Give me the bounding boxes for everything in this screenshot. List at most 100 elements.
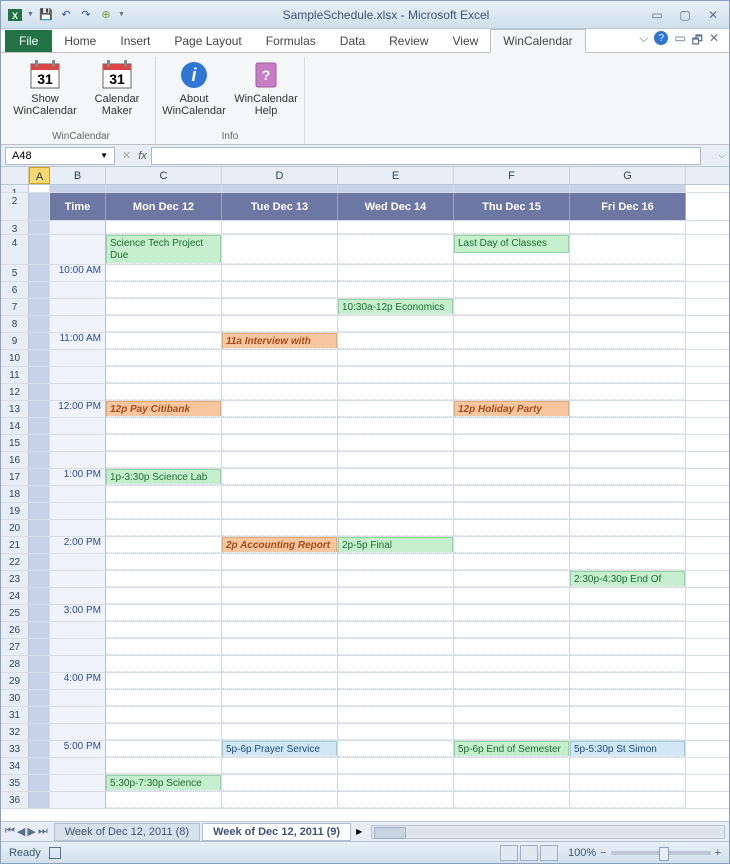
event-wed-1030[interactable]: 10:30a-12p Economics 101 Final (Cueter H…: [338, 299, 453, 315]
view-page-break-button[interactable]: [540, 845, 558, 861]
event-mon-allday[interactable]: Science Tech Project Due: [106, 235, 221, 264]
event-thu-12p[interactable]: 12p Holiday Party Meeting (Jennifer's): [454, 401, 569, 417]
row-header[interactable]: 33: [1, 741, 29, 757]
calendar-maker-button[interactable]: 31 Calendar Maker: [87, 57, 147, 129]
row-header[interactable]: 3: [1, 221, 29, 234]
view-page-layout-button[interactable]: [520, 845, 538, 861]
help-icon[interactable]: ?: [654, 31, 668, 45]
tab-home[interactable]: Home: [52, 30, 108, 52]
event-tue-11a[interactable]: 11a Interview with Discovery: [222, 333, 337, 349]
row-header[interactable]: 9: [1, 333, 29, 349]
col-header-e[interactable]: E: [338, 167, 454, 184]
tab-last-icon[interactable]: ⏭: [38, 825, 48, 838]
macro-record-icon[interactable]: [49, 847, 61, 859]
event-mon-530p[interactable]: 5:30p-7:30p Science Foundation Dinner: [106, 775, 221, 791]
zoom-level[interactable]: 100%: [568, 847, 596, 859]
event-tue-5p[interactable]: 5p-6p Prayer Service (First Methodist): [222, 741, 337, 757]
row-header[interactable]: 4: [1, 235, 29, 264]
row-header[interactable]: 23: [1, 571, 29, 587]
row-header[interactable]: 14: [1, 418, 29, 434]
row-header[interactable]: 18: [1, 486, 29, 502]
row-header[interactable]: 20: [1, 520, 29, 536]
row-header[interactable]: 32: [1, 724, 29, 740]
grid-body[interactable]: 1 2 Time Mon Dec 12 Tue Dec 13 Wed Dec 1…: [1, 185, 729, 821]
qat-dropdown-icon[interactable]: ▼: [27, 11, 34, 18]
file-tab[interactable]: File: [5, 30, 52, 52]
doc-minimize-icon[interactable]: ▭: [674, 31, 685, 52]
event-mon-1p[interactable]: 1p-3:30p Science Lab 205 (Room 8P): [106, 469, 221, 485]
redo-icon[interactable]: ↷: [78, 7, 94, 23]
tab-data[interactable]: Data: [328, 30, 377, 52]
row-header[interactable]: 36: [1, 792, 29, 808]
fx-cancel-icon[interactable]: ✕: [122, 149, 131, 162]
row-header[interactable]: 11: [1, 367, 29, 383]
name-box[interactable]: A48 ▼: [5, 147, 115, 165]
row-header[interactable]: 17: [1, 469, 29, 485]
row-header[interactable]: 21: [1, 537, 29, 553]
row-header[interactable]: 13: [1, 401, 29, 417]
view-normal-button[interactable]: [500, 845, 518, 861]
name-box-dropdown-icon[interactable]: ▼: [100, 151, 108, 160]
event-fri-5p[interactable]: 5p-5:30p St Simon Memorial Dinner: [570, 741, 685, 757]
event-fri-230p[interactable]: 2:30p-4:30p End Of Semester get together…: [570, 571, 685, 587]
col-header-a[interactable]: A: [29, 167, 50, 184]
tab-first-icon[interactable]: ⏮: [5, 825, 15, 838]
row-header[interactable]: 8: [1, 316, 29, 332]
event-wed-2p[interactable]: 2p-5p Final Presentation (Kennedy Center…: [338, 537, 453, 553]
row-header[interactable]: 5: [1, 265, 29, 281]
fx-icon[interactable]: fx: [138, 150, 147, 162]
row-header[interactable]: 30: [1, 690, 29, 706]
tab-prev-icon[interactable]: ◀: [17, 825, 25, 838]
tab-review[interactable]: Review: [377, 30, 440, 52]
minimize-button[interactable]: ▭: [647, 7, 667, 23]
zoom-in-icon[interactable]: +: [715, 847, 721, 859]
zoom-out-icon[interactable]: −: [600, 847, 606, 859]
row-header[interactable]: 16: [1, 452, 29, 468]
row-header[interactable]: 26: [1, 622, 29, 638]
row-header[interactable]: 28: [1, 656, 29, 672]
undo-icon[interactable]: ↶: [58, 7, 74, 23]
event-thu-5p[interactable]: 5p-6p End of Semester Celebration (McGee…: [454, 741, 569, 757]
doc-restore-icon[interactable]: 🗗: [692, 31, 703, 52]
tab-view[interactable]: View: [441, 30, 491, 52]
about-wincalendar-button[interactable]: i About WinCalendar: [164, 57, 224, 129]
doc-close-icon[interactable]: ✕: [709, 31, 719, 52]
select-all-corner[interactable]: [1, 167, 29, 184]
zoom-slider[interactable]: [611, 851, 711, 855]
row-header[interactable]: 22: [1, 554, 29, 570]
qat-more-icon[interactable]: ▼: [118, 11, 125, 18]
row-header[interactable]: 31: [1, 707, 29, 723]
event-thu-allday[interactable]: Last Day of Classes: [454, 235, 569, 253]
col-header-f[interactable]: F: [454, 167, 570, 184]
row-header[interactable]: 27: [1, 639, 29, 655]
row-header[interactable]: 6: [1, 282, 29, 298]
close-button[interactable]: ✕: [703, 7, 723, 23]
maximize-button[interactable]: ▢: [675, 7, 695, 23]
row-header[interactable]: 35: [1, 775, 29, 791]
row-header[interactable]: 10: [1, 350, 29, 366]
row-header[interactable]: 19: [1, 503, 29, 519]
horizontal-scrollbar[interactable]: [371, 825, 725, 839]
event-tue-2p[interactable]: 2p Accounting Report Due (Main Office - …: [222, 537, 337, 553]
show-wincalendar-button[interactable]: 31 Show WinCalendar: [15, 57, 75, 129]
row-header[interactable]: 25: [1, 605, 29, 621]
qat-customize-icon[interactable]: ⊕: [98, 7, 114, 23]
row-header[interactable]: 2: [1, 193, 29, 220]
tab-insert[interactable]: Insert: [108, 30, 162, 52]
tab-scroll-right-icon[interactable]: ▶: [356, 827, 362, 836]
save-icon[interactable]: 💾: [38, 7, 54, 23]
tab-formulas[interactable]: Formulas: [254, 30, 328, 52]
row-header[interactable]: 12: [1, 384, 29, 400]
col-header-d[interactable]: D: [222, 167, 338, 184]
col-header-c[interactable]: C: [106, 167, 222, 184]
formula-expand-icon[interactable]: ⌵: [719, 151, 725, 161]
row-header[interactable]: 24: [1, 588, 29, 604]
tab-page-layout[interactable]: Page Layout: [162, 30, 253, 52]
tab-wincalendar[interactable]: WinCalendar: [490, 29, 585, 53]
row-header[interactable]: 1: [1, 185, 29, 192]
sheet-tab-active[interactable]: Week of Dec 12, 2011 (9): [202, 823, 351, 841]
tab-next-icon[interactable]: ▶: [27, 825, 35, 838]
col-header-g[interactable]: G: [570, 167, 686, 184]
row-header[interactable]: 15: [1, 435, 29, 451]
wincalendar-help-button[interactable]: ? WinCalendar Help: [236, 57, 296, 129]
